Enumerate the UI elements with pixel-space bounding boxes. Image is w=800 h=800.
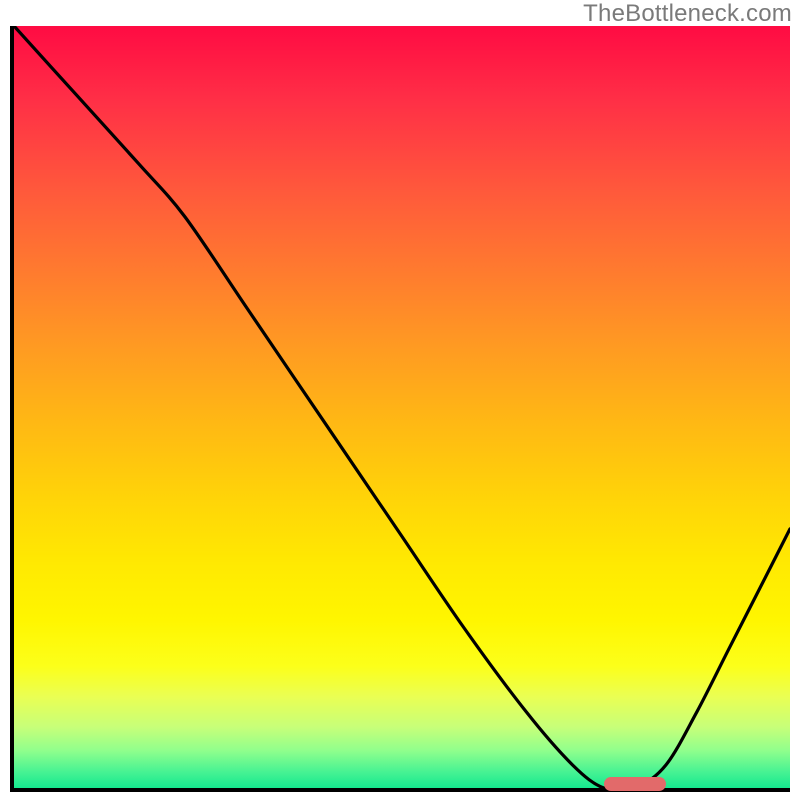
optimal-range-marker bbox=[604, 777, 666, 791]
chart-container: TheBottleneck.com bbox=[0, 0, 800, 800]
watermark-text: TheBottleneck.com bbox=[583, 0, 792, 28]
bottleneck-curve bbox=[14, 26, 790, 788]
plot-area bbox=[10, 26, 790, 792]
curve-svg bbox=[14, 26, 790, 788]
